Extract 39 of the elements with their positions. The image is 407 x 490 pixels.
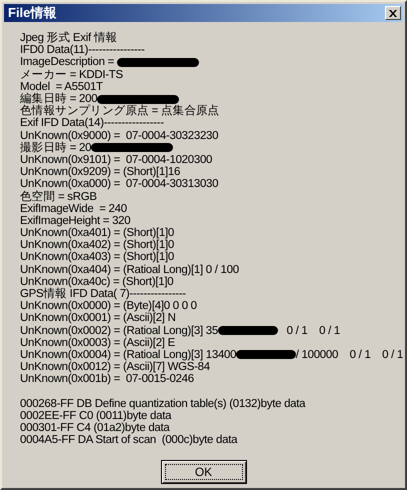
info-line: 編集日時 = 200	[20, 93, 98, 106]
info-line: UnKnown(0xa000) = 07-0004-30313030	[20, 178, 218, 190]
info-line: UnKnown(0x001b) = 07-0015-0246	[20, 373, 194, 386]
info-line-tail: / 100000 0 / 1 0 / 1	[296, 348, 403, 361]
info-line: GPS情報 IFD Data( 7)----------------	[20, 288, 186, 300]
marker-line: 0004A5-FF DA Start of scan (000c)byte data	[20, 434, 238, 446]
info-line: メーカー = KDDI-TS	[20, 68, 123, 81]
info-line: UnKnown(0x0000) = (Byte)[4]0 0 0 0	[20, 300, 197, 312]
info-line: UnKnown(0xa40c) = (Short)[1]0	[20, 276, 174, 288]
info-line: Exif IFD Data(14)-----------------	[20, 117, 164, 130]
marker-line: 000268-FF DB Define quantization table(s) (0132)byte data	[20, 398, 306, 410]
info-line-tail: 0 / 1 0 / 1	[286, 324, 340, 337]
info-line: UnKnown(0xa404) = (Ratioal Long)[1] 0 / 100	[20, 264, 239, 276]
close-button[interactable]	[385, 6, 401, 20]
info-line: UnKnown(0x9101) = 07-0004-1020300	[20, 154, 212, 166]
info-line: UnKnown(0xa403) = (Short)[1]0	[20, 251, 174, 264]
info-line: UnKnown(0xa401) = (Short)[1]0	[20, 227, 174, 240]
info-line: 撮影日時 = 20	[20, 142, 92, 154]
info-line: UnKnown(0xa402) = (Short)[1]0	[20, 239, 174, 252]
info-line: Model = A5501T	[20, 80, 103, 93]
info-line: UnKnown(0x0004) = (Ratioal Long)[3] 13400	[20, 348, 236, 361]
info-line: UnKnown(0x0001) = (Ascii)[2] N	[20, 312, 176, 324]
info-line: UnKnown(0x0012) = (Ascii)[7] WGS-84	[20, 361, 210, 374]
info-line: ExifImageWide = 240	[20, 202, 127, 215]
marker-line: 0002EE-FF C0 (0011)byte data	[20, 410, 172, 422]
info-line: ImageDescription =	[20, 56, 114, 68]
info-line: UnKnown(0x0003) = (Ascii)[2] E	[20, 336, 175, 349]
info-line: UnKnown(0x9209) = (Short)[1]16	[20, 166, 180, 178]
info-line: 色情報サンプリング原点 = 点集合原点	[20, 105, 220, 118]
marker-line: 000301-FF C4 (01a2)byte data	[20, 422, 170, 434]
window-title: File情報	[8, 4, 56, 22]
info-line: IFD0 Data(11)----------------	[20, 44, 145, 56]
info-line: UnKnown(0x9000) = 07-0004-30323230	[20, 130, 218, 142]
info-line: Jpeg 形式 Exif 情報	[20, 32, 118, 44]
info-line: ExifImageHeight = 320	[20, 214, 130, 227]
ok-button[interactable]: OK	[160, 460, 246, 484]
info-line: 色空間 = sRGB	[20, 190, 97, 203]
close-icon	[389, 10, 397, 16]
info-line: UnKnown(0x0002) = (Ratioal Long)[3] 35	[20, 324, 218, 337]
